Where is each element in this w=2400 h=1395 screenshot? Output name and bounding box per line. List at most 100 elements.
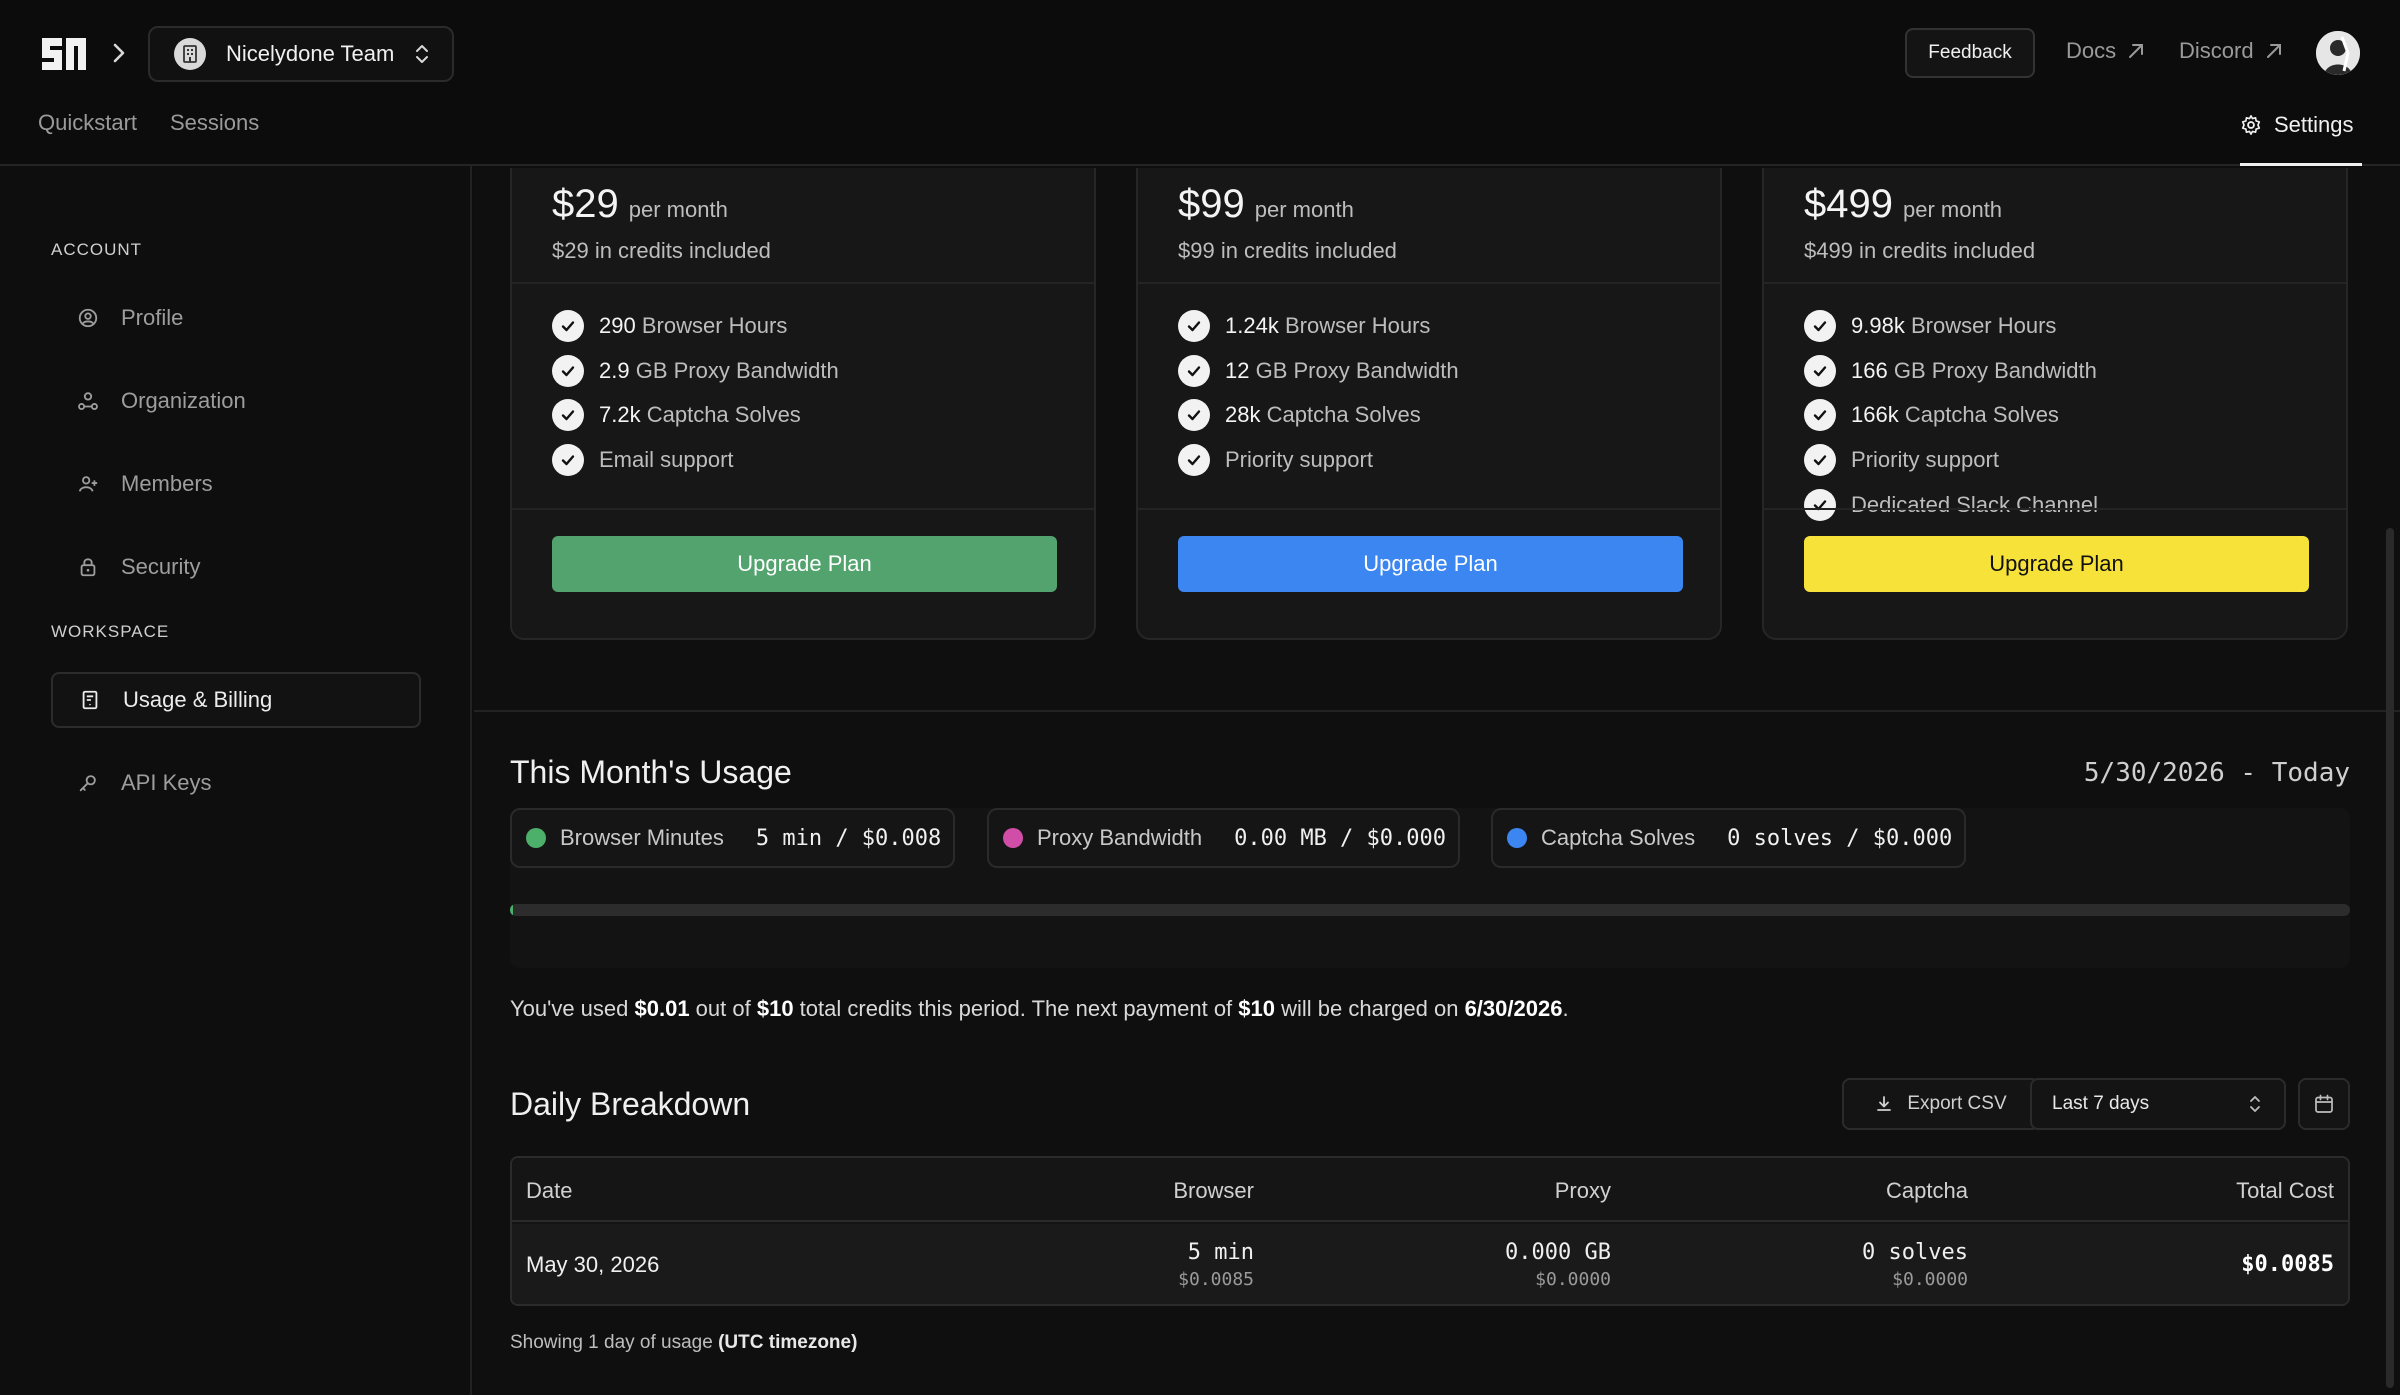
usage-note-text: total credits this period. The next paym… [793, 996, 1239, 1021]
sidebar-item-organization[interactable]: Organization [51, 373, 421, 429]
feature-text: Priority support [1851, 447, 1999, 473]
usage-note-text: will be charged on [1275, 996, 1465, 1021]
row-total-cost: $0.0085 [2241, 1252, 2334, 1277]
column-header-total-cost: Total Cost [2236, 1178, 2334, 1203]
plan-feature: 7.2k Captcha Solves [552, 393, 839, 438]
sidebar-section-account: ACCOUNT [51, 240, 143, 259]
usage-pill-browser: Browser Minutes 5 min / $0.008 [510, 808, 956, 868]
plan-price-amount: $29 [552, 182, 619, 226]
calendar-icon [2315, 1094, 2333, 1113]
check-circle-icon [1804, 444, 1836, 477]
sidebar-item-api-keys[interactable]: API Keys [51, 755, 421, 811]
user-avatar[interactable] [2316, 31, 2360, 75]
date-range-value: Last 7 days [2052, 1093, 2150, 1114]
captcha-cost: $0.0000 [1892, 1269, 1968, 1290]
table-footer: Showing 1 day of usage (UTC timezone) [510, 1332, 857, 1354]
feature-text: GB Proxy Bandwidth [1255, 357, 1459, 383]
feature-text: GB Proxy Bandwidth [635, 357, 839, 383]
feature-value: 28k [1225, 402, 1261, 428]
plan-feature: Dedicated Slack Channel [1804, 482, 2098, 527]
docs-link[interactable]: Docs [2066, 38, 2146, 64]
upgrade-plan-button[interactable]: Upgrade Plan [1804, 536, 2309, 592]
sidebar: ACCOUNT Profile Organization Members Sec… [0, 166, 472, 1395]
feature-text: Captcha Solves [646, 402, 801, 428]
key-icon [79, 775, 96, 792]
user-photo-icon [2316, 31, 2360, 75]
export-csv-button[interactable]: Export CSV [1842, 1078, 2040, 1130]
calendar-button[interactable] [2298, 1078, 2350, 1130]
upgrade-plan-button[interactable]: Upgrade Plan [1178, 536, 1683, 592]
team-name: Nicelydone Team [226, 41, 395, 66]
usage-note-text: out of [689, 996, 757, 1021]
sidebar-item-usage-billing[interactable]: Usage & Billing [51, 672, 421, 728]
export-csv-label: Export CSV [1907, 1093, 2007, 1114]
discord-link[interactable]: Discord [2179, 38, 2284, 64]
tab-settings[interactable]: Settings [2240, 100, 2362, 166]
usage-note-text: You've used [510, 996, 635, 1021]
divider [512, 282, 1094, 284]
main-content: $29 per month $29 in credits included 29… [474, 168, 2400, 1395]
feature-value: 1.24k [1225, 313, 1279, 339]
feedback-button[interactable]: Feedback [1905, 28, 2035, 78]
column-header-captcha: Captcha [1886, 1178, 1968, 1203]
sidebar-item-members[interactable]: Members [51, 456, 421, 512]
gear-icon [2241, 115, 2261, 135]
check-circle-icon [1178, 444, 1210, 477]
plan-features: 290 Browser Hours 2.9 GB Proxy Bandwidth… [552, 304, 839, 482]
usage-pill-label: Proxy Bandwidth [1037, 825, 1203, 850]
table-footer-text: Showing 1 day of usage [510, 1332, 719, 1353]
team-switcher[interactable]: Nicelydone Team [148, 26, 454, 82]
date-range-select[interactable]: Last 7 days [2030, 1078, 2286, 1130]
row-date: May 30, 2026 [526, 1252, 660, 1277]
sidebar-item-security[interactable]: Security [51, 539, 421, 595]
upgrade-plan-button[interactable]: Upgrade Plan [552, 536, 1057, 592]
plan-feature: 12 GB Proxy Bandwidth [1178, 349, 1459, 394]
sidebar-item-label: Security [121, 554, 201, 579]
sidebar-item-profile[interactable]: Profile [51, 290, 421, 346]
plan-price-period: per month [628, 197, 728, 222]
usage-note-text: . [1562, 996, 1569, 1021]
table-header: Date Browser Proxy Captcha Total Cost [512, 1158, 2348, 1222]
logo-icon[interactable] [38, 34, 90, 74]
usage-title: This Month's Usage [510, 754, 792, 790]
lock-icon [80, 558, 96, 577]
nav-quickstart[interactable]: Quickstart [38, 110, 137, 136]
chevron-up-down-icon [416, 45, 428, 63]
credits-total: $10 [756, 996, 794, 1021]
column-header-proxy: Proxy [1554, 1178, 1611, 1203]
feature-value: 166k [1851, 402, 1899, 428]
organization-icon [78, 392, 98, 410]
feature-value: 2.9 [599, 357, 630, 383]
sidebar-item-label: Profile [121, 305, 184, 330]
check-circle-icon [552, 444, 584, 477]
check-circle-icon [1178, 354, 1210, 387]
check-circle-icon [1804, 488, 1836, 521]
feature-text: Browser Hours [1284, 313, 1431, 339]
team-avatar [174, 38, 206, 70]
user-circle-icon [78, 308, 98, 328]
next-payment: $10 [1238, 996, 1275, 1021]
feature-text: Browser Hours [641, 313, 788, 339]
plan-card: $499 per month $499 in credits included … [1762, 168, 2348, 640]
divider [1138, 508, 1720, 510]
feature-value: 12 [1225, 357, 1250, 383]
divider [1764, 282, 2346, 284]
usage-pill-value: 0 solves / $0.000 [1727, 825, 1953, 851]
row-captcha: 0 solves $0.0000 [1862, 1240, 1968, 1290]
row-proxy: 0.000 GB $0.0000 [1505, 1240, 1611, 1290]
feature-value: 7.2k [599, 402, 641, 428]
receipt-icon [82, 690, 98, 710]
plan-credits: $99 in credits included [1178, 238, 1397, 263]
feature-value: 290 [599, 313, 636, 339]
scrollbar[interactable] [2386, 528, 2394, 1388]
column-header-date: Date [526, 1178, 573, 1203]
plan-features: 1.24k Browser Hours 12 GB Proxy Bandwidt… [1178, 304, 1459, 482]
feature-text: Email support [599, 447, 734, 473]
check-circle-icon [552, 310, 584, 343]
plan-feature: Priority support [1178, 438, 1459, 483]
status-dot [1003, 828, 1023, 848]
status-dot [526, 828, 546, 848]
check-circle-icon [1804, 310, 1836, 343]
add-user-icon [78, 476, 98, 492]
nav-sessions[interactable]: Sessions [170, 110, 259, 136]
